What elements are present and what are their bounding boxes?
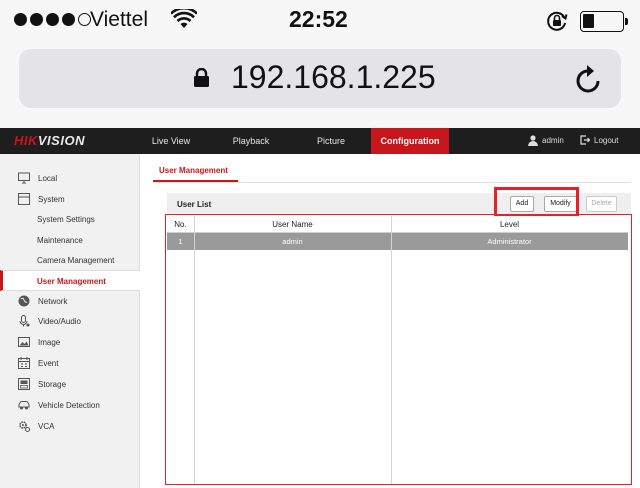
clock-time: 22:52 [289, 6, 348, 32]
image-icon [18, 337, 30, 347]
sidebar-item-label: Network [38, 297, 68, 306]
url-text: 192.168.1.225 [231, 59, 436, 95]
reload-icon[interactable] [575, 64, 603, 99]
sidebar-item-maintenance[interactable]: Maintenance [0, 230, 140, 250]
sidebar-item-label: Image [38, 338, 61, 347]
user-menu[interactable]: admin [528, 135, 564, 146]
sidebar-item-video-audio[interactable]: Video/Audio [0, 311, 140, 331]
sidebar: Local System System Settings Maintenance… [0, 154, 140, 488]
vehicle-icon [18, 401, 30, 410]
highlight-box-table [165, 214, 632, 485]
system-icon [18, 193, 30, 205]
wifi-icon [170, 7, 198, 34]
sidebar-item-label: Vehicle Detection [38, 401, 100, 410]
storage-icon [18, 378, 30, 390]
sidebar-item-label: User Management [37, 277, 106, 286]
top-navigation-bar: HIKVISION Live View Playback Picture Con… [0, 128, 640, 154]
highlight-box-buttons [494, 187, 579, 217]
hikvision-logo: HIKVISION [14, 133, 85, 148]
sidebar-item-label: Camera Management [37, 256, 115, 265]
sidebar-item-label: Storage [38, 380, 67, 389]
user-list-title: User List [177, 200, 212, 209]
browser-toolbar: 192.168.1.225 [0, 40, 640, 128]
sidebar-item-vca[interactable]: VCA [0, 416, 140, 436]
address-bar[interactable]: 192.168.1.225 [19, 49, 621, 108]
sidebar-item-vehicle-detection[interactable]: Vehicle Detection [0, 395, 140, 415]
nav-configuration[interactable]: Configuration [371, 128, 449, 154]
sidebar-item-system-settings[interactable]: System Settings [0, 209, 140, 229]
sidebar-item-label: Local [38, 174, 58, 183]
gear-icon [19, 421, 30, 432]
delete-user-button[interactable]: Delete [586, 196, 617, 212]
monitor-icon [18, 172, 30, 184]
sidebar-item-label: Event [38, 359, 59, 368]
microphone-icon [19, 315, 30, 327]
globe-icon [18, 295, 30, 307]
logout-label: Logout [594, 135, 619, 145]
logout-icon [580, 135, 590, 145]
sidebar-item-camera-management[interactable]: Camera Management [0, 250, 140, 270]
nav-playback[interactable]: Playback [218, 128, 284, 154]
signal-dot [62, 13, 75, 26]
logo-brand: HIK [14, 133, 38, 148]
sidebar-item-label: Video/Audio [38, 317, 81, 326]
sidebar-item-label: System Settings [37, 215, 95, 224]
signal-dot [30, 13, 43, 26]
carrier-name: Viettel [90, 8, 148, 31]
rotation-lock-icon [545, 9, 569, 38]
battery-icon [580, 11, 628, 32]
sidebar-item-image[interactable]: Image [0, 332, 140, 352]
calendar-icon [18, 357, 30, 369]
nav-picture[interactable]: Picture [298, 128, 364, 154]
tab-user-management[interactable]: User Management [159, 166, 228, 175]
signal-dot [14, 13, 27, 26]
sidebar-item-local[interactable]: Local [0, 168, 140, 188]
lock-icon [193, 67, 210, 93]
sidebar-item-label: VCA [38, 422, 55, 431]
main-content: User Management User List Add Modify Del… [141, 154, 640, 488]
signal-strength-indicator [14, 13, 91, 26]
logout-button[interactable]: Logout [580, 135, 618, 145]
logo-rest: VISION [37, 133, 85, 148]
sidebar-item-network[interactable]: Network [0, 291, 140, 311]
tab-divider [153, 182, 631, 183]
signal-dot [46, 13, 59, 26]
sidebar-item-user-management[interactable]: User Management [0, 270, 140, 291]
nav-live-view[interactable]: Live View [138, 128, 204, 154]
status-bar: Viettel 22:52 [0, 0, 640, 40]
user-icon [528, 135, 538, 146]
sidebar-item-system[interactable]: System [0, 189, 140, 209]
sidebar-item-storage[interactable]: Storage [0, 374, 140, 394]
sidebar-item-label: System [38, 195, 65, 204]
username-label: admin [542, 136, 564, 145]
sidebar-item-label: Maintenance [37, 236, 83, 245]
sidebar-item-event[interactable]: Event [0, 353, 140, 373]
